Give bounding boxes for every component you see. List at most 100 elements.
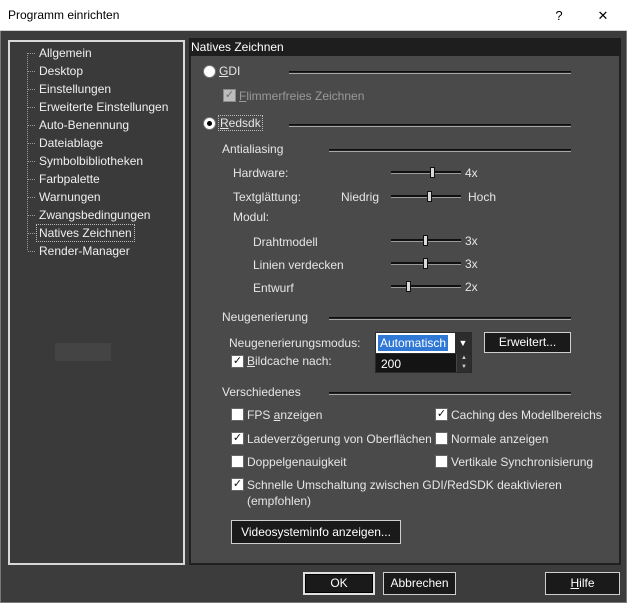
redsdk-separator xyxy=(289,124,571,127)
tree-item[interactable]: Desktop xyxy=(37,63,85,79)
tree-connector-branch xyxy=(28,179,36,180)
window-title: Programm einrichten xyxy=(8,8,120,22)
hardware-slider-thumb[interactable] xyxy=(430,167,435,178)
tree-item[interactable]: Auto-Benennung xyxy=(37,117,131,133)
tree-connector-branch xyxy=(28,107,36,108)
tree-item[interactable]: Einstellungen xyxy=(37,81,113,97)
fast-switch-label: Schnelle Umschaltung zwischen GDI/RedSDK… xyxy=(247,478,562,492)
draft-slider-track[interactable] xyxy=(391,285,461,288)
tree-connector-branch xyxy=(28,161,36,162)
bitmap-cache-spinner[interactable]: 200 ▲ ▼ xyxy=(375,353,472,373)
wireframe-label: Drahtmodell xyxy=(253,235,318,249)
flicker-free-checkbox[interactable]: ✓ xyxy=(223,89,236,102)
tree-item[interactable]: Symbolbibliotheken xyxy=(37,153,145,169)
wireframe-slider-thumb[interactable] xyxy=(423,235,428,246)
regen-separator xyxy=(329,317,571,320)
load-delay-label: Ladeverzögerung von Oberflächen xyxy=(247,432,432,446)
redsdk-label[interactable]: Redsdk xyxy=(218,115,263,131)
load-delay-checkbox[interactable]: ✓ xyxy=(231,432,244,445)
tree-item[interactable]: Dateiablage xyxy=(37,135,105,151)
fast-switch-label-line2: (empfohlen) xyxy=(247,494,312,508)
chevron-up-icon[interactable]: ▲ xyxy=(457,354,471,363)
module-label: Modul: xyxy=(233,210,270,224)
text-smoothing-low-label: Niedrig xyxy=(341,190,380,204)
draft-label: Entwurf xyxy=(253,281,294,295)
model-cache-checkbox[interactable]: ✓ xyxy=(435,408,448,421)
tree-item[interactable]: Warnungen xyxy=(37,189,103,205)
spinner-buttons[interactable]: ▲ ▼ xyxy=(456,354,471,372)
check-icon: ✓ xyxy=(224,89,235,101)
tree-item[interactable]: Erweiterte Einstellungen xyxy=(37,99,170,115)
text-smoothing-high-label: Hoch xyxy=(468,190,497,204)
close-icon: ✕ xyxy=(597,7,609,23)
tree-connector-branch xyxy=(28,143,36,144)
redsdk-radio[interactable] xyxy=(203,117,216,130)
bitmap-cache-label: Bildcache nach: xyxy=(247,354,332,368)
cancel-button[interactable]: Abbrechen xyxy=(383,572,456,595)
tree-item[interactable]: Farbpalette xyxy=(37,171,102,187)
wireframe-value: 3x xyxy=(465,234,478,248)
chevron-down-icon[interactable]: ▼ xyxy=(455,333,471,353)
hidden-line-label: Linien verdecken xyxy=(253,258,344,272)
check-icon: ✓ xyxy=(232,432,243,444)
check-icon: ✓ xyxy=(232,478,243,490)
tree-item[interactable]: Allgemein xyxy=(37,45,94,61)
fps-checkbox[interactable] xyxy=(231,408,244,421)
title-bar: Programm einrichten ? ✕ xyxy=(0,0,627,31)
flicker-free-label: Flimmerfreies Zeichnen xyxy=(239,89,365,103)
regen-title: Neugenerierung xyxy=(222,310,309,324)
title-help-button[interactable]: ? xyxy=(537,0,581,31)
model-cache-label: Caching des Modellbereichs xyxy=(451,408,602,422)
misc-title: Verschiedenes xyxy=(222,385,301,399)
tree-connector-branch xyxy=(28,71,36,72)
check-icon: ✓ xyxy=(436,408,447,420)
vsync-checkbox[interactable] xyxy=(435,455,448,468)
hidden-line-slider-thumb[interactable] xyxy=(423,258,428,269)
hidden-line-value: 3x xyxy=(465,257,478,271)
help-button[interactable]: Hilfe xyxy=(545,572,620,595)
tree-connector-branch xyxy=(28,233,36,234)
tree-item[interactable]: Natives Zeichnen xyxy=(36,224,135,242)
settings-tree[interactable]: Allgemein Desktop Einstellungen Erweiterte … xyxy=(8,40,185,565)
normals-label: Normale anzeigen xyxy=(451,432,549,446)
text-smoothing-slider-thumb[interactable] xyxy=(426,191,432,202)
fps-label: FPS anzeigen xyxy=(247,408,323,422)
draft-slider-thumb[interactable] xyxy=(405,281,411,292)
tree-connector-branch xyxy=(28,215,36,216)
question-mark-icon: ? xyxy=(555,8,563,23)
tree-connector-branch xyxy=(28,53,36,54)
ok-button[interactable]: OK xyxy=(303,572,375,595)
antialiasing-separator xyxy=(329,149,571,152)
advanced-button[interactable]: Erweitert... xyxy=(484,332,571,353)
gdi-radio[interactable] xyxy=(203,65,216,78)
tree-connector-branch xyxy=(28,89,36,90)
draft-value: 2x xyxy=(465,280,478,294)
bitmap-cache-checkbox[interactable]: ✓ xyxy=(231,355,244,368)
tree-empty-area xyxy=(55,343,111,361)
vsync-label: Vertikale Synchronisierung xyxy=(451,455,594,469)
tree-item[interactable]: Zwangsbedingungen xyxy=(37,207,152,223)
gdi-separator xyxy=(289,71,571,74)
tree-item[interactable]: Render-Manager xyxy=(37,243,132,259)
tree-connector-branch xyxy=(28,125,36,126)
native-drawing-panel: GDI ✓ Flimmerfreies Zeichnen Redsdk Anti… xyxy=(189,56,621,565)
panel-header: Natives Zeichnen xyxy=(189,38,621,56)
misc-separator xyxy=(329,392,571,395)
regen-mode-value: Automatisch xyxy=(378,335,449,351)
video-system-info-button[interactable]: Videosysteminfo anzeigen... xyxy=(231,520,401,544)
bitmap-cache-value: 200 xyxy=(381,357,402,371)
double-precision-label: Doppelgenauigkeit xyxy=(247,455,347,469)
tree-connector-branch xyxy=(28,251,36,252)
regen-mode-select[interactable]: Automatisch ▼ xyxy=(375,332,472,354)
chevron-down-icon[interactable]: ▼ xyxy=(457,363,471,372)
normals-checkbox[interactable] xyxy=(435,432,448,445)
gdi-label[interactable]: GDI xyxy=(219,64,240,78)
hardware-slider-track[interactable] xyxy=(391,171,461,174)
title-close-button[interactable]: ✕ xyxy=(581,0,625,31)
hardware-label: Hardware: xyxy=(233,166,289,180)
tree-connector-line xyxy=(27,53,28,251)
double-precision-checkbox[interactable] xyxy=(231,455,244,468)
tree-connector-branch xyxy=(28,197,36,198)
regen-mode-label: Neugenerierungsmodus: xyxy=(229,336,361,350)
fast-switch-checkbox[interactable]: ✓ xyxy=(231,478,244,491)
